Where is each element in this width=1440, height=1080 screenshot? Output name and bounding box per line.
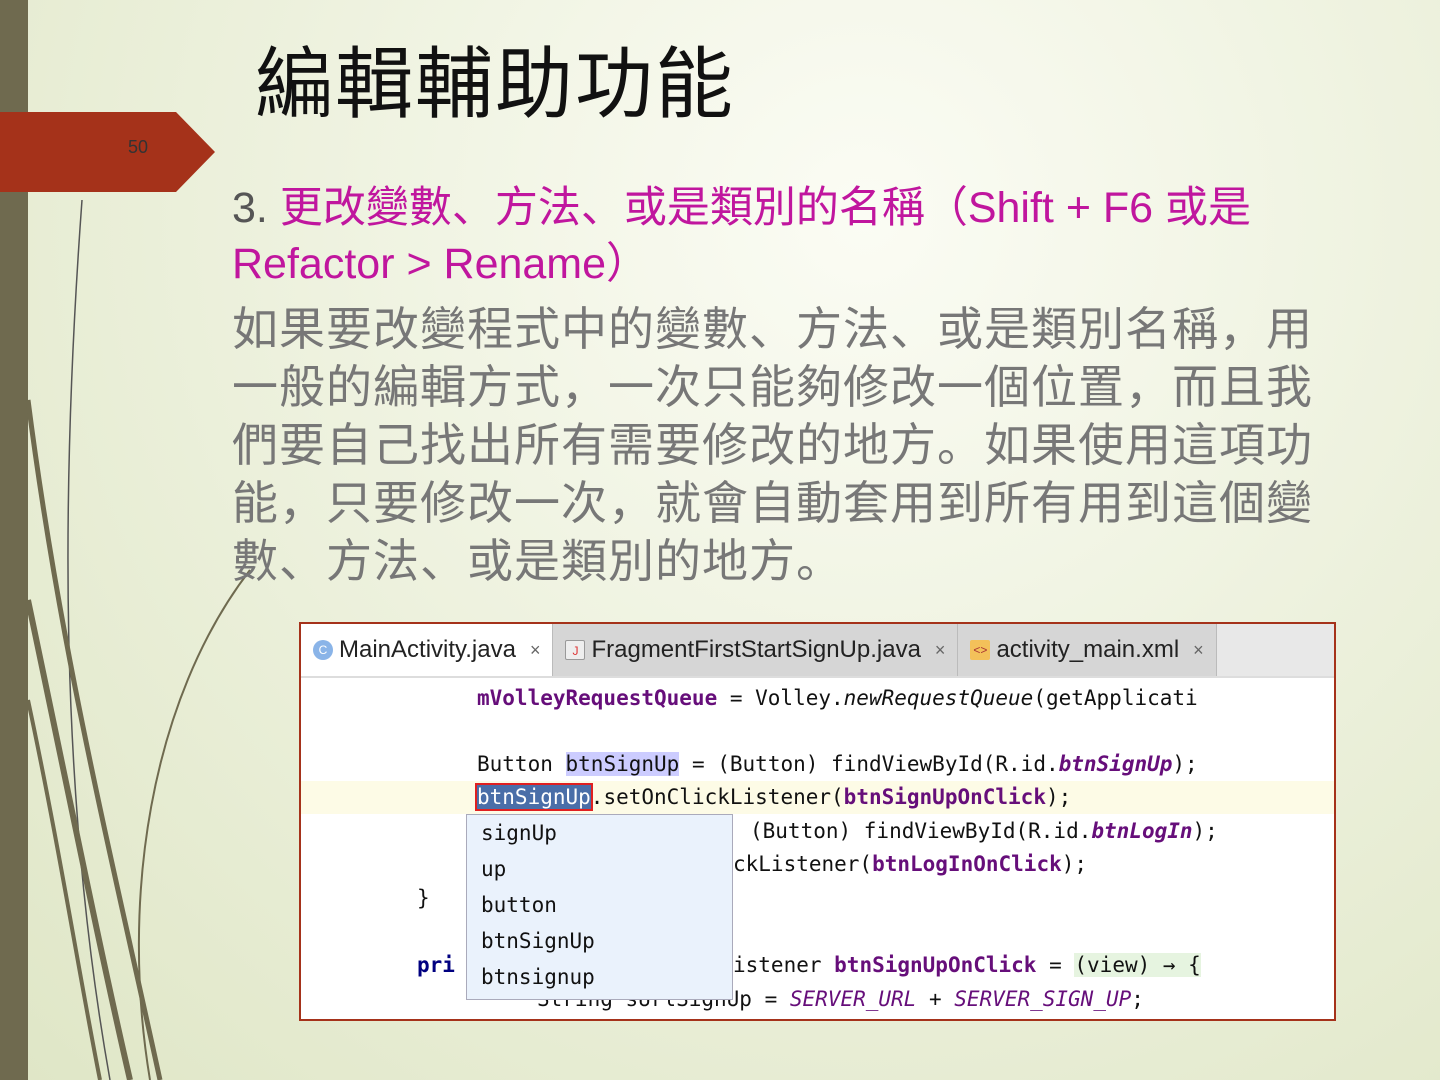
- tab-mainactivity[interactable]: C MainActivity.java ×: [301, 624, 554, 676]
- code-line: Button btnSignUp = (Button) findViewById…: [477, 748, 1198, 781]
- code-token: (view) → {: [1074, 953, 1201, 977]
- code-token: SERVER_URL: [789, 987, 917, 1011]
- tab-fragment[interactable]: J FragmentFirstStartSignUp.java ×: [553, 624, 959, 676]
- rename-suggestions-popup: signUp up button btnSignUp btnsignup: [466, 814, 733, 1000]
- code-token: btnLogInOnClick: [872, 852, 1062, 876]
- close-icon[interactable]: ×: [1193, 640, 1204, 661]
- close-icon[interactable]: ×: [935, 640, 946, 661]
- body-text: 如果要改變程式中的變數、方法、或是類別名稱，用一般的編輯方式，一次只能夠修改一個…: [232, 302, 1313, 588]
- heading-text: 更改變數、方法、或是類別的名稱（Shift + F6 或是 Refactor >…: [232, 184, 1252, 288]
- code-token: ckListener(: [733, 852, 873, 876]
- code-token: mVolleyRequestQueue: [477, 686, 718, 710]
- code-token: (Button) findViewById(R.id.: [750, 819, 1092, 843]
- code-token: btnSignUpOnClick: [834, 953, 1037, 977]
- code-line: btnSignUp.setOnClickListener(btnSignUpOn…: [475, 781, 1072, 814]
- class-icon: C: [313, 640, 333, 660]
- suggestion-item[interactable]: btnSignUp: [467, 923, 732, 959]
- code-token: newRequestQueue: [843, 686, 1034, 710]
- code-line: ckListener(btnLogInOnClick);: [733, 848, 1087, 881]
- suggestion-item[interactable]: button: [467, 887, 732, 923]
- code-token: Button: [477, 752, 566, 776]
- page-number: 50: [128, 137, 149, 157]
- code-token: btnSignUp: [565, 752, 680, 776]
- code-token: +: [916, 987, 955, 1011]
- code-token: istener: [733, 953, 835, 977]
- code-token: );: [1172, 752, 1198, 776]
- code-token: btnLogIn: [1091, 819, 1193, 843]
- page-number-tag: [0, 112, 215, 192]
- code-token: (getApplicati: [1033, 686, 1198, 710]
- code-token: =: [1036, 953, 1075, 977]
- code-token: SERVER_SIGN_UP: [954, 987, 1132, 1011]
- code-token: btnSignUp: [1058, 752, 1173, 776]
- code-line: mVolleyRequestQueue = Volley.newRequestQ…: [477, 682, 1198, 715]
- code-token: = Volley.: [717, 686, 844, 710]
- tab-label: activity_main.xml: [996, 636, 1180, 663]
- heading: 3. 更改變數、方法、或是類別的名稱（Shift + F6 或是 Refacto…: [232, 180, 1342, 292]
- tab-activity-xml[interactable]: <> activity_main.xml ×: [958, 624, 1217, 676]
- tab-label: MainActivity.java: [339, 636, 516, 663]
- code-token: );: [1192, 819, 1218, 843]
- xml-file-icon: <>: [970, 640, 991, 660]
- rename-selection[interactable]: btnSignUp: [475, 783, 593, 811]
- code-token: );: [1045, 785, 1072, 809]
- code-line: istener btnSignUpOnClick = (view) → {: [733, 949, 1201, 982]
- tab-label: FragmentFirstStartSignUp.java: [591, 636, 921, 663]
- code-token: pri: [417, 953, 455, 977]
- code-token: btnSignUpOnClick: [843, 785, 1046, 809]
- code-line: (Button) findViewById(R.id.btnLogIn);: [750, 815, 1218, 848]
- suggestion-item[interactable]: signUp: [467, 815, 732, 851]
- editor-tabs: C MainActivity.java × J FragmentFirstStartS…: [301, 624, 1334, 678]
- code-line: }: [417, 882, 430, 915]
- ide-screenshot: C MainActivity.java × J FragmentFirstStartS…: [299, 622, 1336, 1021]
- code-token: );: [1061, 852, 1088, 876]
- code-line: pri: [417, 949, 455, 982]
- suggestion-item[interactable]: up: [467, 851, 732, 887]
- java-file-icon: J: [565, 640, 586, 660]
- code-token: ;: [1131, 987, 1144, 1011]
- code-token: }: [417, 886, 430, 910]
- code-token: .setOnClickListener(: [590, 785, 844, 809]
- close-icon[interactable]: ×: [530, 640, 541, 661]
- slide-title: 編輯輔助功能: [255, 40, 736, 130]
- suggestion-item[interactable]: btnsignup: [467, 959, 732, 995]
- heading-number: 3.: [232, 184, 268, 232]
- code-token: = (Button) findViewById(R.id.: [679, 752, 1059, 776]
